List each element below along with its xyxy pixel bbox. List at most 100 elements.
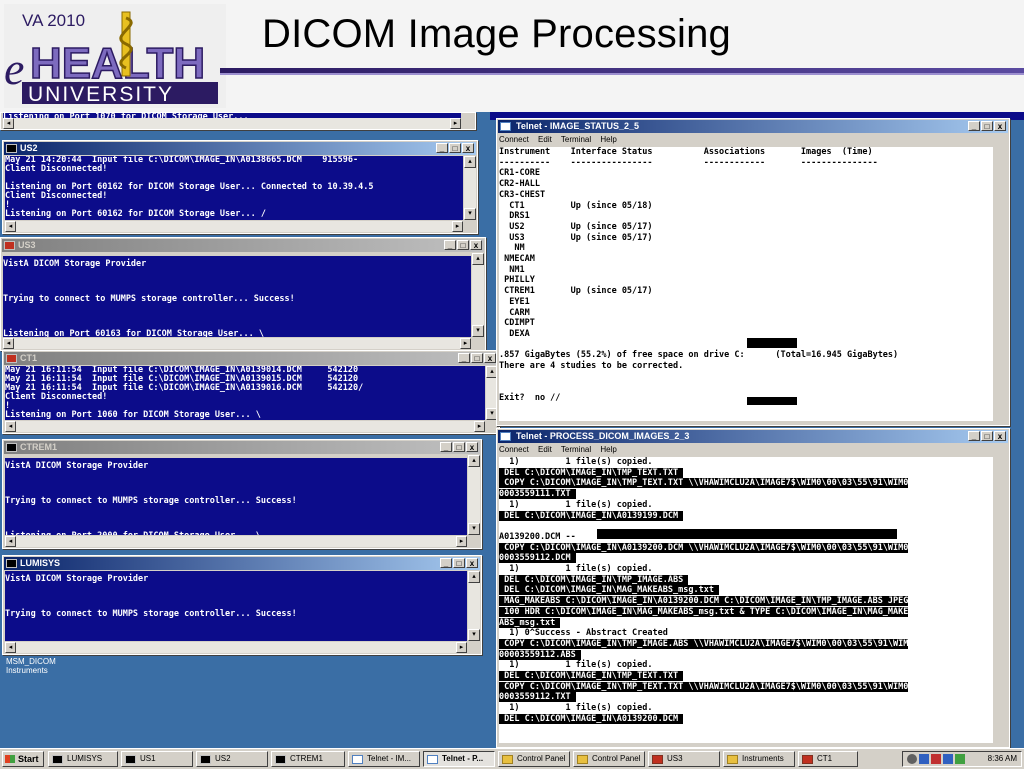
window-ct1[interactable]: CT1 _ □ x May 21 16:11:54 Input file C:\DI… <box>2 350 500 434</box>
titlebar[interactable]: Telnet - PROCESS_DICOM_IMAGES_2_3 _ □ x <box>498 430 1008 443</box>
taskbar-button[interactable]: Instruments <box>723 751 795 767</box>
titlebar[interactable]: LUMISYS _ □ x <box>4 557 480 570</box>
window-process-dicom[interactable]: Telnet - PROCESS_DICOM_IMAGES_2_3 _ □ x Co… <box>496 428 1010 748</box>
scroll-down-icon[interactable]: ▾ <box>468 523 480 535</box>
menu-connect[interactable]: Connect <box>499 445 529 454</box>
scroll-left-icon[interactable]: ◂ <box>3 118 14 129</box>
scroll-left-icon[interactable]: ◂ <box>5 642 16 653</box>
vertical-scrollbar[interactable]: ▴ ▾ <box>472 253 484 337</box>
scroll-left-icon[interactable]: ◂ <box>3 338 14 349</box>
close-button[interactable]: x <box>484 353 496 363</box>
minimize-button[interactable]: _ <box>436 143 448 153</box>
horizontal-scrollbar[interactable]: ◂ ▸ <box>3 338 471 349</box>
display-icon[interactable] <box>943 754 953 764</box>
monitor-icon[interactable] <box>919 754 929 764</box>
scroll-up-icon[interactable]: ▴ <box>468 571 480 583</box>
start-button[interactable]: Start <box>2 751 44 767</box>
taskbar-button-label: CT1 <box>817 754 833 763</box>
taskbar-button[interactable]: US3 <box>648 751 720 767</box>
status-icon[interactable] <box>955 754 965 764</box>
minimize-button[interactable]: _ <box>444 240 456 250</box>
maximize-button[interactable]: □ <box>981 121 993 131</box>
antivirus-icon[interactable] <box>931 754 941 764</box>
menu-edit[interactable]: Edit <box>538 135 552 144</box>
scroll-right-icon[interactable]: ▸ <box>474 421 485 432</box>
horizontal-scrollbar[interactable]: ◂ ▸ <box>5 421 485 432</box>
minimize-button[interactable]: _ <box>968 121 980 131</box>
maximize-button[interactable]: □ <box>457 240 469 250</box>
terminal-line-text: 1) 0^Success - Abstract Created <box>499 628 668 639</box>
taskbar-button[interactable]: Telnet - P... <box>423 751 495 767</box>
horizontal-scrollbar[interactable]: ◂ ▸ <box>5 642 467 653</box>
taskbar-button[interactable]: CT1 <box>798 751 858 767</box>
minimize-button[interactable]: _ <box>968 431 980 441</box>
scroll-left-icon[interactable]: ◂ <box>5 221 16 232</box>
desktop-icon-msm-dicom[interactable]: MSM_DICOM Instruments <box>6 657 56 675</box>
network-icon[interactable] <box>907 754 917 764</box>
titlebar[interactable]: Telnet - IMAGE_STATUS_2_5 _ □ x <box>498 120 1008 133</box>
window-lumisys[interactable]: LUMISYS _ □ x VistA DICOM Storage Provider… <box>2 555 482 655</box>
titlebar[interactable]: CTREM1 _ □ x <box>4 441 480 454</box>
close-button[interactable]: x <box>470 240 482 250</box>
terminal-line-text: COPY C:\DICOM\IMAGE_IN\TMP_IMAGE.ABS \\V… <box>499 638 909 649</box>
scroll-up-icon[interactable]: ▴ <box>464 156 476 168</box>
vertical-scrollbar[interactable]: ▴ ▾ <box>468 571 480 641</box>
maximize-button[interactable]: □ <box>981 431 993 441</box>
close-button[interactable]: x <box>994 431 1006 441</box>
maximize-button[interactable]: □ <box>471 353 483 363</box>
scroll-up-icon[interactable]: ▴ <box>472 253 484 265</box>
maximize-button[interactable]: □ <box>449 143 461 153</box>
minimize-button[interactable]: _ <box>440 558 452 568</box>
window-title: US3 <box>18 240 36 250</box>
scroll-right-icon[interactable]: ▸ <box>456 536 467 547</box>
titlebar[interactable]: US3 _ □ x <box>2 239 484 252</box>
taskbar-button[interactable]: US1 <box>121 751 193 767</box>
titlebar[interactable]: CT1 _ □ x <box>4 352 498 365</box>
scroll-up-icon[interactable]: ▴ <box>468 455 480 467</box>
close-button[interactable]: x <box>462 143 474 153</box>
window-us3[interactable]: US3 _ □ x VistA DICOM Storage Provider Try… <box>0 237 486 351</box>
close-button[interactable]: x <box>466 442 478 452</box>
menu-help[interactable]: Help <box>600 445 616 454</box>
scroll-down-icon[interactable]: ▾ <box>468 629 480 641</box>
scroll-down-icon[interactable]: ▾ <box>472 325 484 337</box>
taskbar-button[interactable]: Control Panel <box>498 751 570 767</box>
vertical-scrollbar[interactable]: ▴ ▾ <box>464 156 476 220</box>
scroll-left-icon[interactable]: ◂ <box>5 421 16 432</box>
horizontal-scrollbar[interactable]: ◂ ▸ <box>5 221 463 232</box>
menu-terminal[interactable]: Terminal <box>561 135 591 144</box>
titlebar[interactable]: US2 _ □ x <box>4 142 476 155</box>
console-output: VistA DICOM Storage Provider Trying to c… <box>5 571 467 641</box>
close-button[interactable]: x <box>466 558 478 568</box>
close-button[interactable]: x <box>994 121 1006 131</box>
horizontal-scrollbar[interactable]: ◂ ▸ <box>3 118 461 129</box>
scroll-right-icon[interactable]: ▸ <box>460 338 471 349</box>
horizontal-scrollbar[interactable]: ◂ ▸ <box>5 536 467 547</box>
menu-edit[interactable]: Edit <box>538 445 552 454</box>
console-output: May 21 14:20:44 Input file C:\DICOM\IMAG… <box>5 156 463 220</box>
window-us2[interactable]: US2 _ □ x May 21 14:20:44 Input file C:\DI… <box>2 140 478 234</box>
menu-connect[interactable]: Connect <box>499 135 529 144</box>
terminal-line-text: DEL C:\DICOM\IMAGE_IN\MAG_MAKEABS_msg.tx… <box>499 585 720 596</box>
window-ctrem1[interactable]: CTREM1 _ □ x VistA DICOM Storage Provider … <box>2 439 482 549</box>
scroll-right-icon[interactable]: ▸ <box>452 221 463 232</box>
minimize-button[interactable]: _ <box>440 442 452 452</box>
taskbar-button-label: US2 <box>215 754 231 763</box>
maximize-button[interactable]: □ <box>453 442 465 452</box>
taskbar-button[interactable]: Control Panel <box>573 751 645 767</box>
scroll-right-icon[interactable]: ▸ <box>456 642 467 653</box>
menu-help[interactable]: Help <box>600 135 616 144</box>
window-image-status[interactable]: Telnet - IMAGE_STATUS_2_5 _ □ x Connect Ed… <box>496 118 1010 426</box>
vertical-scrollbar[interactable]: ▴ ▾ <box>468 455 480 535</box>
taskbar-button[interactable]: LUMISYS <box>48 751 118 767</box>
taskbar-button[interactable]: CTREM1 <box>271 751 345 767</box>
taskbar-button[interactable]: Telnet - IM... <box>348 751 420 767</box>
maximize-button[interactable]: □ <box>453 558 465 568</box>
scroll-left-icon[interactable]: ◂ <box>5 536 16 547</box>
menu-terminal[interactable]: Terminal <box>561 445 591 454</box>
taskbar-button[interactable]: US2 <box>196 751 268 767</box>
minimize-button[interactable]: _ <box>458 353 470 363</box>
scroll-right-icon[interactable]: ▸ <box>450 118 461 129</box>
scroll-down-icon[interactable]: ▾ <box>464 208 476 220</box>
window-partial-top[interactable]: Listening on Port 1070 for DICOM Storage… <box>0 112 476 130</box>
